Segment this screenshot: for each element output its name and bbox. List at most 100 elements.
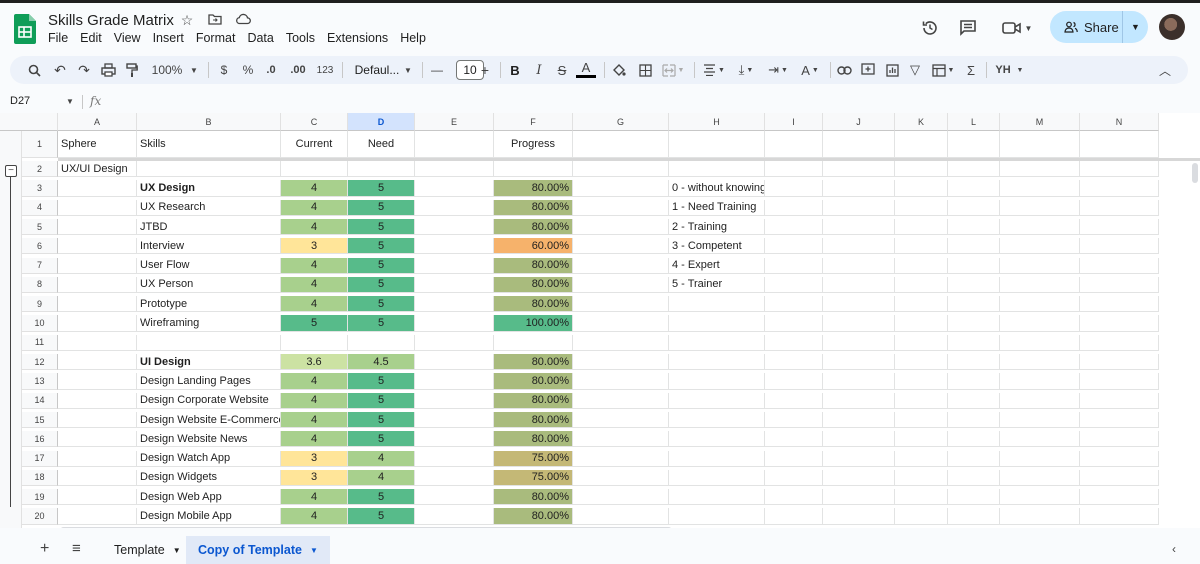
cell-d20[interactable]: 5 bbox=[348, 508, 415, 525]
cell-e6[interactable] bbox=[415, 238, 494, 255]
cell-e17[interactable] bbox=[415, 450, 494, 467]
cell-c5[interactable]: 4 bbox=[281, 218, 348, 236]
cell-d8[interactable]: 5 bbox=[348, 276, 415, 294]
cell-f16[interactable]: 80.00% bbox=[494, 431, 573, 448]
row-header[interactable]: 6 bbox=[22, 238, 58, 255]
share-button[interactable]: Share ▼ bbox=[1050, 11, 1148, 43]
cell-n14[interactable] bbox=[1080, 392, 1159, 409]
cell-e9[interactable] bbox=[415, 296, 494, 313]
cell-h13[interactable] bbox=[669, 373, 765, 390]
menu-data[interactable]: Data bbox=[241, 31, 279, 45]
cell-a4[interactable] bbox=[58, 199, 137, 216]
cell-h15[interactable] bbox=[669, 411, 765, 429]
cell-d11[interactable] bbox=[348, 334, 415, 351]
cell-g6[interactable] bbox=[573, 238, 669, 255]
cell-e5[interactable] bbox=[415, 218, 494, 236]
cell-j16[interactable] bbox=[823, 431, 895, 448]
cell-h4[interactable]: 1 - Need Training bbox=[669, 199, 765, 216]
cell-c4[interactable]: 4 bbox=[281, 199, 348, 216]
cell-l6[interactable] bbox=[948, 238, 1000, 255]
cell-j6[interactable] bbox=[823, 238, 895, 255]
cell-k17[interactable] bbox=[895, 450, 948, 467]
column-header-e[interactable]: E bbox=[415, 113, 494, 131]
undo-icon[interactable]: ↶ bbox=[50, 60, 70, 80]
cell-e20[interactable] bbox=[415, 508, 494, 525]
cell-j8[interactable] bbox=[823, 276, 895, 294]
cell-m4[interactable] bbox=[1000, 199, 1080, 216]
cell-j10[interactable] bbox=[823, 315, 895, 332]
cell-f1[interactable]: Progress bbox=[494, 131, 573, 158]
zoom-select[interactable]: 100% bbox=[150, 60, 184, 80]
column-header-b[interactable]: B bbox=[137, 113, 281, 131]
cell-c6[interactable]: 3 bbox=[281, 238, 348, 255]
currency-format-button[interactable]: $ bbox=[216, 60, 232, 80]
cell-a6[interactable] bbox=[58, 238, 137, 255]
cell-e13[interactable] bbox=[415, 373, 494, 390]
row-header[interactable]: 17 bbox=[22, 450, 58, 467]
cell-f20[interactable]: 80.00% bbox=[494, 508, 573, 525]
cell-b19[interactable]: Design Web App bbox=[137, 489, 281, 506]
cell-d15[interactable]: 5 bbox=[348, 411, 415, 429]
cell-h8[interactable]: 5 - Trainer bbox=[669, 276, 765, 294]
cell-d5[interactable]: 5 bbox=[348, 218, 415, 236]
meet-dropdown-icon[interactable]: ▼ bbox=[1025, 24, 1033, 33]
cell-l2[interactable] bbox=[948, 161, 1000, 178]
fill-color-icon[interactable] bbox=[610, 60, 628, 80]
cell-m1[interactable] bbox=[1000, 131, 1080, 158]
share-dropdown-icon[interactable]: ▼ bbox=[1122, 11, 1148, 43]
cell-d19[interactable]: 5 bbox=[348, 489, 415, 506]
cell-c13[interactable]: 4 bbox=[281, 373, 348, 390]
sheet-tab-copy-of-template[interactable]: Copy of Template ▼ bbox=[186, 536, 330, 564]
cell-k14[interactable] bbox=[895, 392, 948, 409]
row-header[interactable]: 2 bbox=[22, 161, 58, 178]
cell-k2[interactable] bbox=[895, 161, 948, 178]
cell-k9[interactable] bbox=[895, 296, 948, 313]
cell-d4[interactable]: 5 bbox=[348, 199, 415, 216]
cell-l14[interactable] bbox=[948, 392, 1000, 409]
cell-c7[interactable]: 4 bbox=[281, 257, 348, 274]
cell-m17[interactable] bbox=[1000, 450, 1080, 467]
row-header[interactable]: 3 bbox=[22, 180, 58, 197]
column-header-n[interactable]: N bbox=[1080, 113, 1159, 131]
cell-h3[interactable]: 0 - without knowing bbox=[669, 180, 765, 197]
cell-a13[interactable] bbox=[58, 373, 137, 390]
sheets-logo-icon[interactable] bbox=[14, 14, 36, 44]
zoom-dropdown-icon[interactable]: ▼ bbox=[188, 60, 200, 80]
cell-h1[interactable] bbox=[669, 131, 765, 158]
cell-k15[interactable] bbox=[895, 411, 948, 429]
text-wrap-icon[interactable]: ⇥ ▼ bbox=[764, 60, 792, 80]
cell-i8[interactable] bbox=[765, 276, 823, 294]
cell-e18[interactable] bbox=[415, 469, 494, 487]
cell-b6[interactable]: Interview bbox=[137, 238, 281, 255]
insert-chart-icon[interactable] bbox=[882, 60, 902, 80]
cell-g7[interactable] bbox=[573, 257, 669, 274]
cell-m16[interactable] bbox=[1000, 431, 1080, 448]
row-header[interactable]: 14 bbox=[22, 392, 58, 409]
row-header[interactable]: 8 bbox=[22, 276, 58, 294]
cell-l17[interactable] bbox=[948, 450, 1000, 467]
cell-i5[interactable] bbox=[765, 218, 823, 236]
cell-j18[interactable] bbox=[823, 469, 895, 487]
row-header[interactable]: 15 bbox=[22, 411, 58, 429]
cell-e16[interactable] bbox=[415, 431, 494, 448]
cell-k1[interactable] bbox=[895, 131, 948, 158]
cell-a20[interactable] bbox=[58, 508, 137, 525]
comments-icon[interactable] bbox=[956, 14, 980, 42]
italic-button[interactable]: I bbox=[530, 60, 548, 80]
cell-l12[interactable] bbox=[948, 354, 1000, 371]
cloud-status-icon[interactable] bbox=[234, 12, 252, 29]
cell-g3[interactable] bbox=[573, 180, 669, 197]
cell-j17[interactable] bbox=[823, 450, 895, 467]
cell-b9[interactable]: Prototype bbox=[137, 296, 281, 313]
cell-c10[interactable]: 5 bbox=[281, 315, 348, 332]
cell-a1[interactable]: Sphere bbox=[58, 131, 137, 158]
cell-d13[interactable]: 5 bbox=[348, 373, 415, 390]
decrease-font-size-button[interactable]: — bbox=[428, 60, 446, 80]
menu-insert[interactable]: Insert bbox=[147, 31, 190, 45]
cell-h9[interactable] bbox=[669, 296, 765, 313]
cell-h19[interactable] bbox=[669, 489, 765, 506]
cell-l13[interactable] bbox=[948, 373, 1000, 390]
cell-h16[interactable] bbox=[669, 431, 765, 448]
all-sheets-icon[interactable]: ≡ bbox=[72, 540, 81, 557]
cell-j7[interactable] bbox=[823, 257, 895, 274]
